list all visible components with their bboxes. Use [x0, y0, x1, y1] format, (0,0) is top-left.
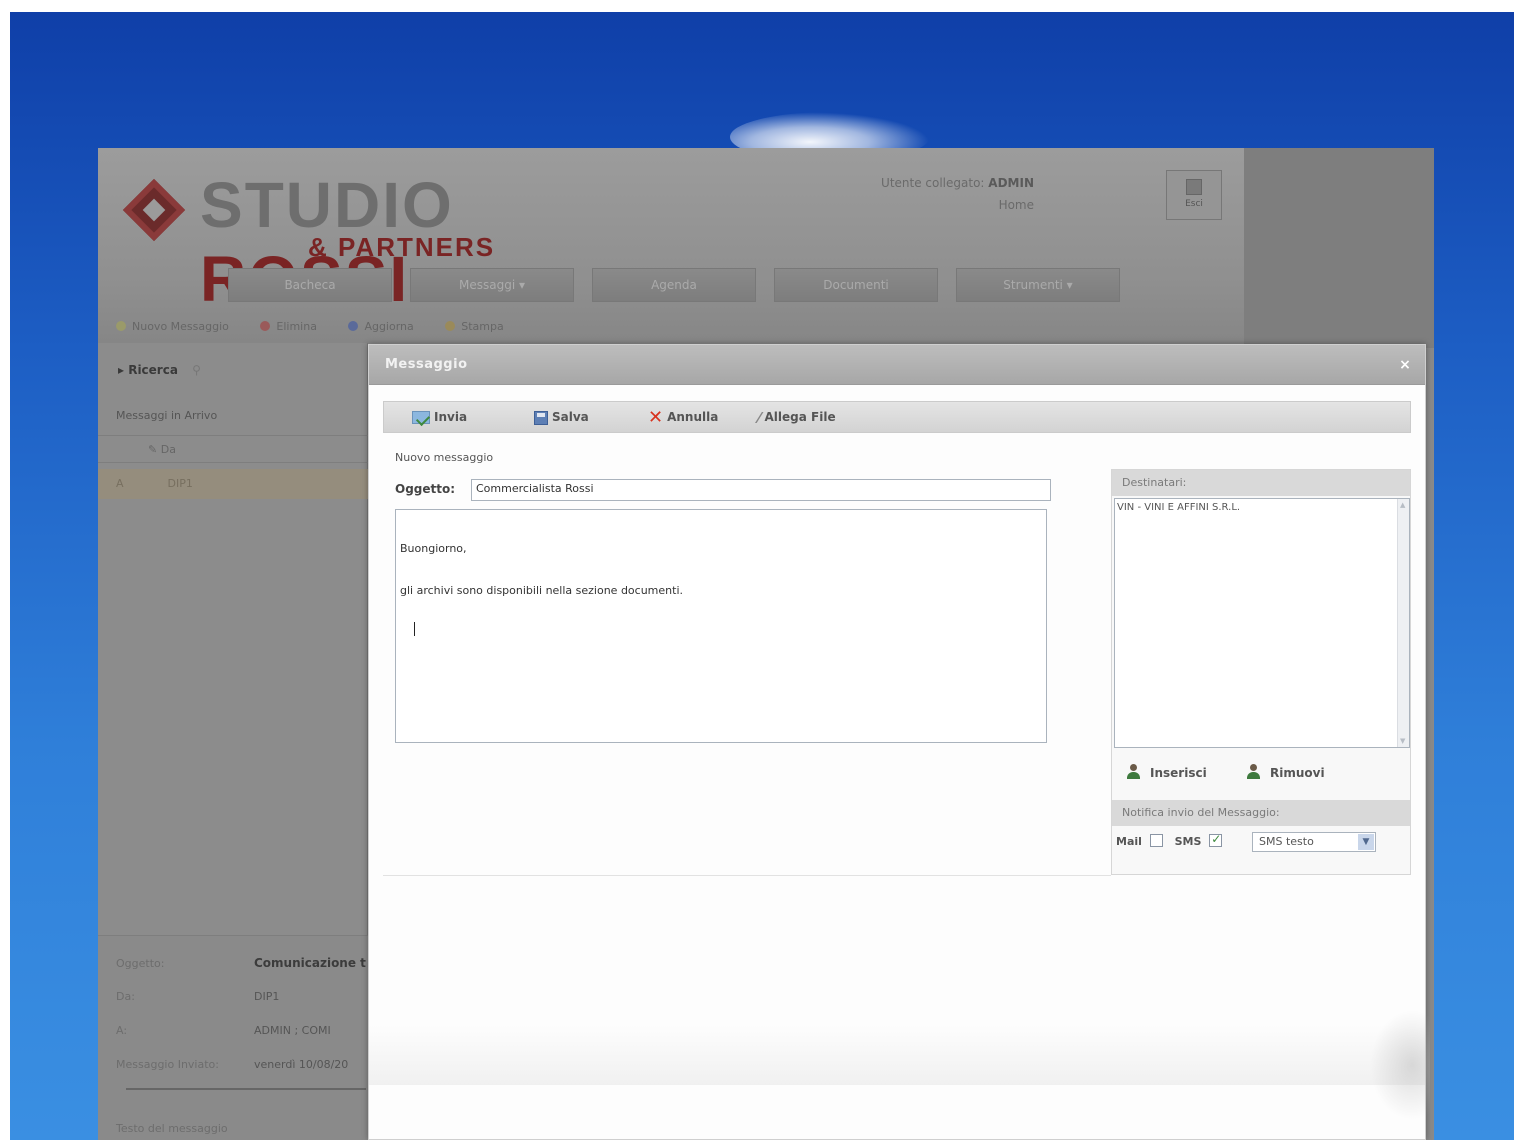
paperclip-icon: ⁄: [758, 408, 761, 427]
table-row[interactable]: A DIP1: [98, 469, 368, 499]
search-icon: ⚲: [192, 363, 201, 377]
message-toolbar: Invia Salva ✕ Annulla ⁄ Allega File: [383, 401, 1411, 433]
user-info: Utente collegato: ADMIN Home: [881, 172, 1034, 216]
exit-label: Esci: [1185, 199, 1203, 209]
add-user-icon: [1126, 764, 1140, 780]
delete-icon: [260, 321, 271, 331]
print-action[interactable]: Stampa: [445, 320, 517, 333]
cancel-icon: ✕: [648, 406, 664, 428]
subject-input[interactable]: Commercialista Rossi: [471, 479, 1051, 501]
sms-checkbox[interactable]: [1209, 832, 1223, 847]
nav-strumenti[interactable]: Strumenti ▾: [956, 268, 1120, 302]
message-body-textarea[interactable]: Buongiorno, gli archivi sono disponibili…: [395, 509, 1047, 743]
list-item[interactable]: VIN - VINI E AFFINI S.R.L.: [1117, 502, 1407, 513]
recipients-panel: Destinatari: VIN - VINI E AFFINI S.R.L. …: [1111, 469, 1411, 875]
nav-bacheca[interactable]: Bacheca: [228, 268, 392, 302]
save-icon: [534, 410, 548, 425]
recipients-actions: Inserisci Rimuovi: [1112, 760, 1410, 790]
app-right-strip: [1244, 148, 1434, 348]
new-message-label: Nuovo messaggio: [395, 451, 494, 464]
exit-button[interactable]: Esci: [1166, 170, 1222, 220]
column-header-from[interactable]: ✎ Da: [98, 435, 368, 463]
mail-label: Mail: [1116, 835, 1142, 848]
user-label: Utente collegato:: [881, 176, 985, 190]
notification-header: Notifica invio del Messaggio:: [1112, 800, 1410, 826]
nav-documenti[interactable]: Documenti: [774, 268, 938, 302]
logo-diamond-icon: [122, 178, 186, 242]
subject-label: Oggetto:: [395, 482, 456, 496]
remove-user-icon: [1246, 764, 1260, 780]
dialog-titlebar[interactable]: Messaggio ×: [369, 345, 1425, 385]
exit-icon: [1186, 179, 1202, 195]
studio-logo: STUDIO ROSSI & PARTNERS: [122, 166, 582, 315]
home-link[interactable]: Home: [881, 194, 1034, 216]
nav-messaggi[interactable]: Messaggi ▾: [410, 268, 574, 302]
recipients-scrollbar[interactable]: [1397, 499, 1409, 747]
sms-type-select[interactable]: SMS testo ▼: [1252, 832, 1376, 852]
body-line-2: gli archivi sono disponibili nella sezio…: [400, 584, 684, 597]
dialog-title: Messaggio: [385, 357, 468, 372]
notification-options: Mail SMS SMS testo ▼: [1116, 832, 1406, 858]
sms-label: SMS: [1174, 835, 1202, 848]
user-name: ADMIN: [988, 176, 1034, 190]
send-icon: [412, 411, 430, 424]
insert-recipient-button[interactable]: Inserisci: [1126, 764, 1207, 780]
inbox-label: Messaggi in Arrivo: [116, 409, 218, 422]
message-detail: Oggetto: Comunicazione t Da: DIP1 A: ADMIN …: [98, 935, 368, 1140]
remove-recipient-button[interactable]: Rimuovi: [1246, 764, 1325, 780]
close-icon[interactable]: ×: [1397, 357, 1413, 373]
screen-border-left: [0, 0, 10, 1140]
attach-file-button[interactable]: ⁄ Allega File: [758, 402, 836, 432]
body-line-1: Buongiorno,: [400, 542, 467, 555]
form-divider: [383, 875, 1111, 876]
save-button[interactable]: Salva: [534, 402, 589, 432]
nav-agenda[interactable]: Agenda: [592, 268, 756, 302]
text-caret: [414, 622, 415, 636]
delete-action[interactable]: Elimina: [260, 320, 331, 333]
detail-divider: [126, 1088, 366, 1090]
new-message-action[interactable]: Nuovo Messaggio: [116, 320, 243, 333]
sub-toolbar: Nuovo Messaggio Elimina Aggiorna Stampa: [116, 320, 532, 333]
recipients-list[interactable]: VIN - VINI E AFFINI S.R.L.: [1114, 498, 1410, 748]
dialog-bottom-fade: [369, 1025, 1425, 1085]
cancel-button[interactable]: ✕ Annulla: [648, 402, 718, 432]
refresh-icon: [348, 321, 359, 331]
refresh-action[interactable]: Aggiorna: [348, 320, 427, 333]
recipients-header: Destinatari:: [1112, 470, 1410, 496]
mail-checkbox[interactable]: [1149, 834, 1163, 847]
search-toggle[interactable]: ▸ Ricerca ⚲: [98, 355, 368, 385]
message-dialog: Messaggio × Invia Salva ✕ Annulla ⁄ Allega…: [368, 344, 1426, 1140]
chevron-down-icon: ▼: [1358, 834, 1374, 850]
attachment-icon: ✎: [148, 443, 158, 456]
print-icon: [445, 321, 456, 331]
app-header: STUDIO ROSSI & PARTNERS Utente collegato…: [98, 148, 1244, 343]
screen-border-top: [0, 0, 1514, 12]
send-button[interactable]: Invia: [412, 402, 467, 432]
logo-subtitle: & PARTNERS: [308, 232, 496, 262]
page-curl-decoration: [1370, 1010, 1430, 1120]
new-message-icon: [116, 321, 126, 331]
left-panel: ▸ Ricerca ⚲ Messaggi in Arrivo ✎ Da A DIP…: [98, 343, 368, 1140]
